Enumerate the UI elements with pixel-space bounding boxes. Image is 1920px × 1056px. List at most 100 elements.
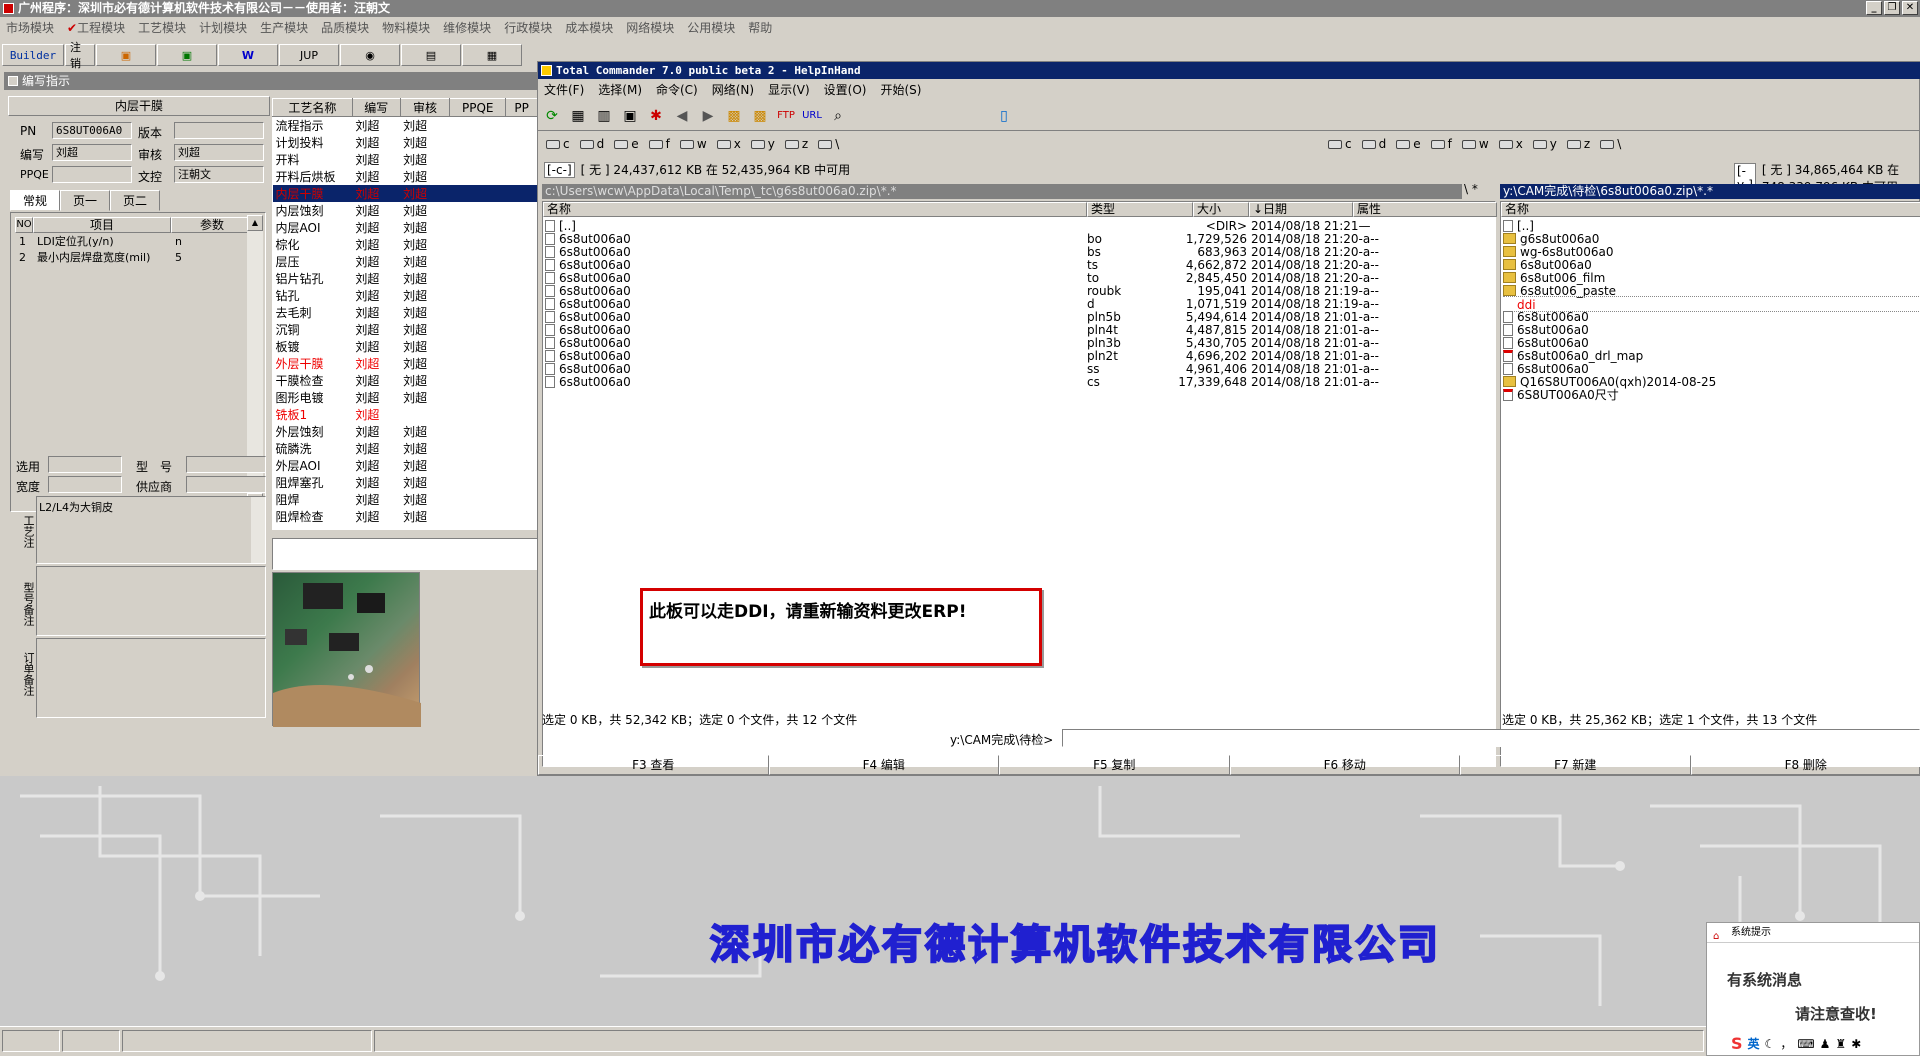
process-row[interactable]: 阻焊 刘超 刘超 <box>273 491 538 508</box>
process-row[interactable]: 阻焊塞孔 刘超 刘超 <box>273 474 538 491</box>
process-row[interactable]: 干膜检查 刘超 刘超 <box>273 372 538 389</box>
author-field[interactable]: 刘超 <box>52 144 132 161</box>
process-row[interactable]: 外层干膜 刘超 刘超 <box>273 355 538 372</box>
process-row[interactable]: 图形电镀 刘超 刘超 <box>273 389 538 406</box>
comma-icon[interactable]: ， <box>1780 1035 1792 1052</box>
model-note-field[interactable] <box>36 566 266 636</box>
process-row[interactable]: 外层AOI 刘超 刘超 <box>273 457 538 474</box>
app-menu-item[interactable]: 市场模块 <box>6 19 54 36</box>
app-menu-item[interactable]: 工艺模块 <box>138 19 186 36</box>
process-row[interactable]: 层压 刘超 刘超 <box>273 253 538 270</box>
restore-button[interactable]: ❐ <box>1884 1 1900 15</box>
col-ppqe[interactable]: PPQE <box>449 98 507 117</box>
icon-view-icon[interactable]: ▦ <box>568 106 588 126</box>
left-file-row[interactable]: 6s8ut006a0 cs 17,339,648 2014/08/18 21:01-a… <box>545 374 1495 390</box>
left-drive-button[interactable]: e <box>614 137 639 151</box>
refresh-icon[interactable]: ⟳ <box>542 106 562 126</box>
function-key-button[interactable]: F6 移动 <box>1229 755 1460 775</box>
tc-menu-item[interactable]: 显示(V) <box>768 81 810 99</box>
process-row[interactable]: 去毛刺 刘超 刘超 <box>273 304 538 321</box>
process-row[interactable]: 板镀 刘超 刘超 <box>273 338 538 355</box>
right-drive-button[interactable]: w <box>1461 137 1489 151</box>
tc-menu-item[interactable]: 文件(F) <box>544 81 584 99</box>
tab-page-one[interactable]: 页一 <box>60 190 111 211</box>
model-field[interactable] <box>186 456 266 473</box>
tc-menu-item[interactable]: 网络(N) <box>712 81 754 99</box>
right-drive-button[interactable]: \ <box>1600 137 1621 151</box>
word-icon[interactable]: W <box>218 44 278 66</box>
function-key-button[interactable]: F3 查看 <box>538 755 769 775</box>
left-drive-button[interactable]: c <box>546 137 570 151</box>
process-row[interactable]: 外层蚀刻 刘超 刘超 <box>273 423 538 440</box>
app-menu-item[interactable]: 公用模块 <box>687 19 735 36</box>
app-menu-item[interactable]: 品质模块 <box>321 19 369 36</box>
builder-button[interactable]: Builder <box>2 44 64 66</box>
back-icon[interactable]: ◀ <box>672 106 692 126</box>
close-button[interactable]: ✕ <box>1902 1 1918 15</box>
process-row[interactable]: 钻孔 刘超 刘超 <box>273 287 538 304</box>
tc-menu-item[interactable]: 开始(S) <box>880 81 921 99</box>
right-drive-button[interactable]: f <box>1430 137 1452 151</box>
width-field[interactable] <box>48 476 122 493</box>
thumbnail-icon[interactable]: ▣ <box>620 106 640 126</box>
tab-general[interactable]: 常规 <box>10 190 61 211</box>
find-icon[interactable]: ⌕ <box>828 106 848 126</box>
function-key-button[interactable]: F4 编辑 <box>768 755 999 775</box>
minimize-button[interactable]: _ <box>1866 1 1882 15</box>
process-row[interactable]: 计划投料 刘超 刘超 <box>273 134 538 151</box>
process-row[interactable]: 内层蚀刻 刘超 刘超 <box>273 202 538 219</box>
process-row[interactable]: 沉铜 刘超 刘超 <box>273 321 538 338</box>
system-notification[interactable]: ⌂ 系统提示 有系统消息 请注意查收! S 英 ☾ ， ⌨ ♟ ♜ ✱ <box>1706 922 1920 1056</box>
right-drive-button[interactable]: e <box>1396 137 1421 151</box>
tc-menu-item[interactable]: 命令(C) <box>656 81 698 99</box>
right-drive-button[interactable]: d <box>1361 137 1386 151</box>
app-menu-item[interactable]: ✔工程模块 <box>67 19 125 36</box>
process-row[interactable]: 硫膦洗 刘超 刘超 <box>273 440 538 457</box>
process-row[interactable]: 铝片钻孔 刘超 刘超 <box>273 270 538 287</box>
right-drive-button[interactable]: x <box>1498 137 1523 151</box>
app-menu-item[interactable]: 计划模块 <box>199 19 247 36</box>
param-row[interactable]: 2 最小内层焊盘宽度(mil) 5 <box>15 250 253 266</box>
right-drive-button[interactable]: c <box>1328 137 1352 151</box>
app-menu-item[interactable]: 物料模块 <box>382 19 430 36</box>
user-icon[interactable]: ♟ <box>1820 1037 1831 1051</box>
left-col-name[interactable]: 名称 <box>543 202 1087 217</box>
right-col-name[interactable]: 名称 <box>1501 202 1920 217</box>
eye-icon[interactable]: ◉ <box>340 44 400 66</box>
function-key-button[interactable]: F5 复制 <box>999 755 1230 775</box>
process-row[interactable]: 开料 刘超 刘超 <box>273 151 538 168</box>
right-drive-button[interactable]: z <box>1566 137 1590 151</box>
process-input[interactable] <box>272 538 538 570</box>
app-menu-item[interactable]: 维修模块 <box>443 19 491 36</box>
function-key-button[interactable]: F7 新建 <box>1460 755 1691 775</box>
supplier-field[interactable] <box>186 476 266 493</box>
right-file-row[interactable]: 6S8UT006A0尺寸 <box>1503 387 1919 403</box>
sogou-icon[interactable]: S <box>1731 1034 1743 1053</box>
left-drive-button[interactable]: \ <box>818 137 839 151</box>
ime-mode[interactable]: 英 <box>1748 1035 1760 1052</box>
process-note-field[interactable]: L2/L4为大铜皮 <box>36 496 266 564</box>
param-row[interactable]: 1 LDI定位孔(y/n) n <box>15 234 253 250</box>
select-all-icon[interactable]: ✱ <box>646 106 666 126</box>
left-drive-select[interactable]: [-c-] <box>544 161 575 178</box>
app-menu-item[interactable]: 行政模块 <box>504 19 552 36</box>
left-drive-button[interactable]: f <box>648 137 670 151</box>
tc-menu-item[interactable]: 设置(O) <box>824 81 867 99</box>
detail-view-icon[interactable]: ▥ <box>594 106 614 126</box>
forward-icon[interactable]: ▶ <box>698 106 718 126</box>
jup-button[interactable]: JUP <box>279 44 339 66</box>
process-row[interactable]: 内层AOI 刘超 刘超 <box>273 219 538 236</box>
process-row[interactable]: 棕化 刘超 刘超 <box>273 236 538 253</box>
network-icon[interactable]: ▦ <box>462 44 522 66</box>
process-row[interactable]: 开料后烘板 刘超 刘超 <box>273 168 538 185</box>
order-note-field[interactable] <box>36 638 266 718</box>
pack-icon[interactable]: ▩ <box>724 106 744 126</box>
left-drive-button[interactable]: z <box>784 137 808 151</box>
doc-field[interactable]: 汪朝文 <box>174 166 264 183</box>
unpack-icon[interactable]: ▩ <box>750 106 770 126</box>
notepad-icon[interactable]: ▯ <box>994 106 1014 126</box>
left-drive-button[interactable]: d <box>579 137 604 151</box>
app-menu-item[interactable]: 生产模块 <box>260 19 308 36</box>
right-drive-button[interactable]: y <box>1532 137 1557 151</box>
ppt-icon[interactable]: ▣ <box>96 44 156 66</box>
